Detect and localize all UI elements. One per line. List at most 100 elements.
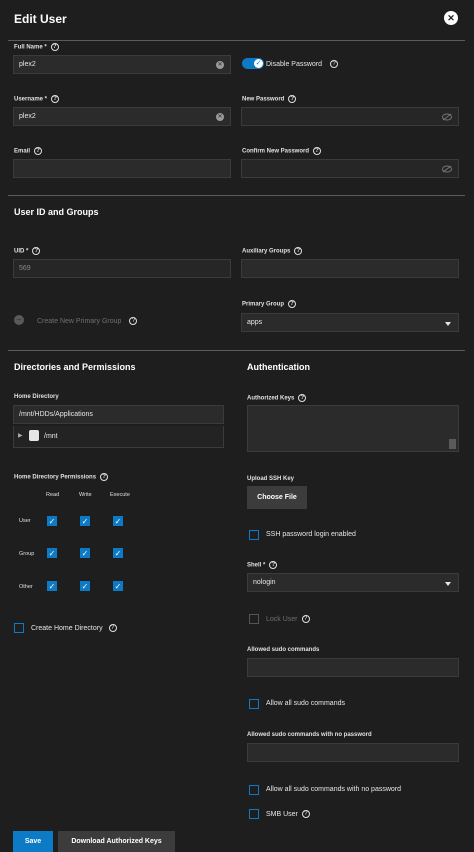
expand-icon[interactable]: ▶ bbox=[18, 432, 23, 439]
help-icon[interactable]: ? bbox=[269, 561, 278, 569]
row-group: Group bbox=[19, 551, 35, 557]
resize-handle[interactable] bbox=[449, 439, 456, 449]
sudo-nopass-label: Allowed sudo commands with no password bbox=[247, 732, 372, 738]
smb-user-checkbox[interactable] bbox=[249, 809, 259, 819]
help-icon[interactable]: ? bbox=[301, 615, 310, 623]
section-divider bbox=[8, 350, 465, 351]
sudo-commands-input[interactable] bbox=[247, 658, 459, 677]
username-label: Username *? bbox=[14, 95, 60, 103]
primary-group-select[interactable]: apps bbox=[241, 313, 459, 332]
other-execute-checkbox[interactable]: ✓ bbox=[113, 581, 123, 591]
visibility-off-icon[interactable] bbox=[442, 113, 452, 121]
shell-value: nologin bbox=[253, 579, 276, 586]
help-icon[interactable]: ? bbox=[301, 810, 310, 818]
help-icon[interactable]: ? bbox=[288, 95, 297, 103]
download-keys-button[interactable]: Download Authorized Keys bbox=[58, 831, 175, 852]
tree-item-mnt[interactable]: /mnt bbox=[44, 433, 58, 440]
directories-heading: Directories and Permissions bbox=[14, 362, 136, 372]
aux-groups-label: Auxiliary Groups? bbox=[242, 247, 303, 255]
check-icon: ✓ bbox=[254, 59, 263, 68]
help-icon[interactable]: ? bbox=[34, 147, 43, 155]
save-button[interactable]: Save bbox=[13, 831, 53, 852]
upload-ssh-label: Upload SSH Key bbox=[247, 476, 295, 482]
confirm-password-label: Confirm New Password? bbox=[242, 147, 322, 155]
toggle-off-icon[interactable]: – bbox=[14, 315, 24, 325]
row-user: User bbox=[19, 518, 31, 524]
help-icon[interactable]: ? bbox=[100, 473, 109, 481]
user-read-checkbox[interactable]: ✓ bbox=[47, 516, 57, 526]
home-directory-label: Home Directory bbox=[14, 394, 59, 400]
col-read: Read bbox=[46, 492, 60, 498]
help-icon[interactable]: ? bbox=[108, 624, 117, 632]
ssh-password-login-label: SSH password login enabled bbox=[266, 531, 356, 538]
help-icon[interactable]: ? bbox=[330, 60, 339, 68]
new-password-input[interactable] bbox=[241, 107, 459, 126]
ssh-password-login-checkbox[interactable] bbox=[249, 530, 259, 540]
email-input[interactable] bbox=[13, 159, 231, 178]
primary-group-label: Primary Group? bbox=[242, 300, 297, 308]
dialog-header: Edit User ✕ bbox=[0, 0, 474, 36]
authentication-heading: Authentication bbox=[247, 362, 310, 372]
full-name-value: plex2 bbox=[19, 61, 36, 68]
col-execute: Execute bbox=[110, 492, 130, 498]
sudo-nopass-input[interactable] bbox=[247, 743, 459, 762]
other-write-checkbox[interactable]: ✓ bbox=[80, 581, 90, 591]
username-input[interactable]: plex2 ✕ bbox=[13, 107, 231, 126]
home-directory-value: /mnt/HDDs/Applications bbox=[19, 411, 93, 418]
shell-select[interactable]: nologin bbox=[247, 573, 459, 592]
help-icon[interactable]: ? bbox=[288, 300, 297, 308]
lock-user-checkbox[interactable] bbox=[249, 614, 259, 624]
help-icon[interactable]: ? bbox=[294, 247, 303, 255]
allow-all-sudo-nopass-label: Allow all sudo commands with no password bbox=[266, 786, 402, 793]
full-name-input[interactable]: plex2 ✕ bbox=[13, 55, 231, 74]
lock-user-label: Lock User? bbox=[266, 615, 310, 623]
authorized-keys-textarea[interactable] bbox=[247, 405, 459, 452]
create-primary-group-label: Create New Primary Group? bbox=[37, 317, 138, 325]
help-icon[interactable]: ? bbox=[129, 317, 138, 325]
hard-drive-icon bbox=[29, 430, 39, 441]
authorized-keys-label: Authorized Keys? bbox=[247, 394, 307, 402]
create-home-checkbox[interactable] bbox=[14, 623, 24, 633]
user-execute-checkbox[interactable]: ✓ bbox=[113, 516, 123, 526]
group-read-checkbox[interactable]: ✓ bbox=[47, 548, 57, 558]
full-name-label: Full Name *? bbox=[14, 43, 59, 51]
row-other: Other bbox=[19, 584, 33, 590]
directory-tree: ▶ /mnt bbox=[13, 426, 224, 448]
clear-icon[interactable]: ✕ bbox=[216, 61, 224, 69]
disable-password-toggle[interactable]: ✓ bbox=[242, 58, 264, 69]
uid-label: UID *? bbox=[14, 247, 41, 255]
username-value: plex2 bbox=[19, 113, 36, 120]
choose-file-button[interactable]: Choose File bbox=[247, 486, 307, 509]
allow-all-sudo-label: Allow all sudo commands bbox=[266, 700, 345, 707]
uid-value: 569 bbox=[19, 265, 31, 272]
confirm-password-input[interactable] bbox=[241, 159, 459, 178]
disable-password-label: Disable Password? bbox=[266, 60, 339, 68]
aux-groups-input[interactable] bbox=[241, 259, 459, 278]
create-home-label: Create Home Directory? bbox=[31, 624, 117, 632]
other-read-checkbox[interactable]: ✓ bbox=[47, 581, 57, 591]
clear-icon[interactable]: ✕ bbox=[216, 113, 224, 121]
close-icon[interactable]: ✕ bbox=[444, 11, 458, 25]
user-groups-heading: User ID and Groups bbox=[14, 207, 99, 217]
home-directory-input[interactable]: /mnt/HDDs/Applications bbox=[13, 405, 224, 424]
section-divider bbox=[8, 195, 465, 196]
smb-user-label: SMB User? bbox=[266, 810, 310, 818]
visibility-off-icon[interactable] bbox=[442, 165, 452, 173]
shell-label: Shell *? bbox=[247, 561, 278, 569]
group-write-checkbox[interactable]: ✓ bbox=[80, 548, 90, 558]
col-write: Write bbox=[79, 492, 92, 498]
allow-all-sudo-checkbox[interactable] bbox=[249, 699, 259, 709]
help-icon[interactable]: ? bbox=[51, 95, 60, 103]
chevron-down-icon bbox=[445, 322, 451, 326]
uid-input[interactable]: 569 bbox=[13, 259, 231, 278]
help-icon[interactable]: ? bbox=[50, 43, 59, 51]
permissions-label: Home Directory Permissions? bbox=[14, 473, 109, 481]
help-icon[interactable]: ? bbox=[313, 147, 322, 155]
new-password-label: New Password? bbox=[242, 95, 297, 103]
help-icon[interactable]: ? bbox=[298, 394, 307, 402]
group-execute-checkbox[interactable]: ✓ bbox=[113, 548, 123, 558]
help-icon[interactable]: ? bbox=[32, 247, 41, 255]
email-label: Email? bbox=[14, 147, 43, 155]
allow-all-sudo-nopass-checkbox[interactable] bbox=[249, 785, 259, 795]
user-write-checkbox[interactable]: ✓ bbox=[80, 516, 90, 526]
